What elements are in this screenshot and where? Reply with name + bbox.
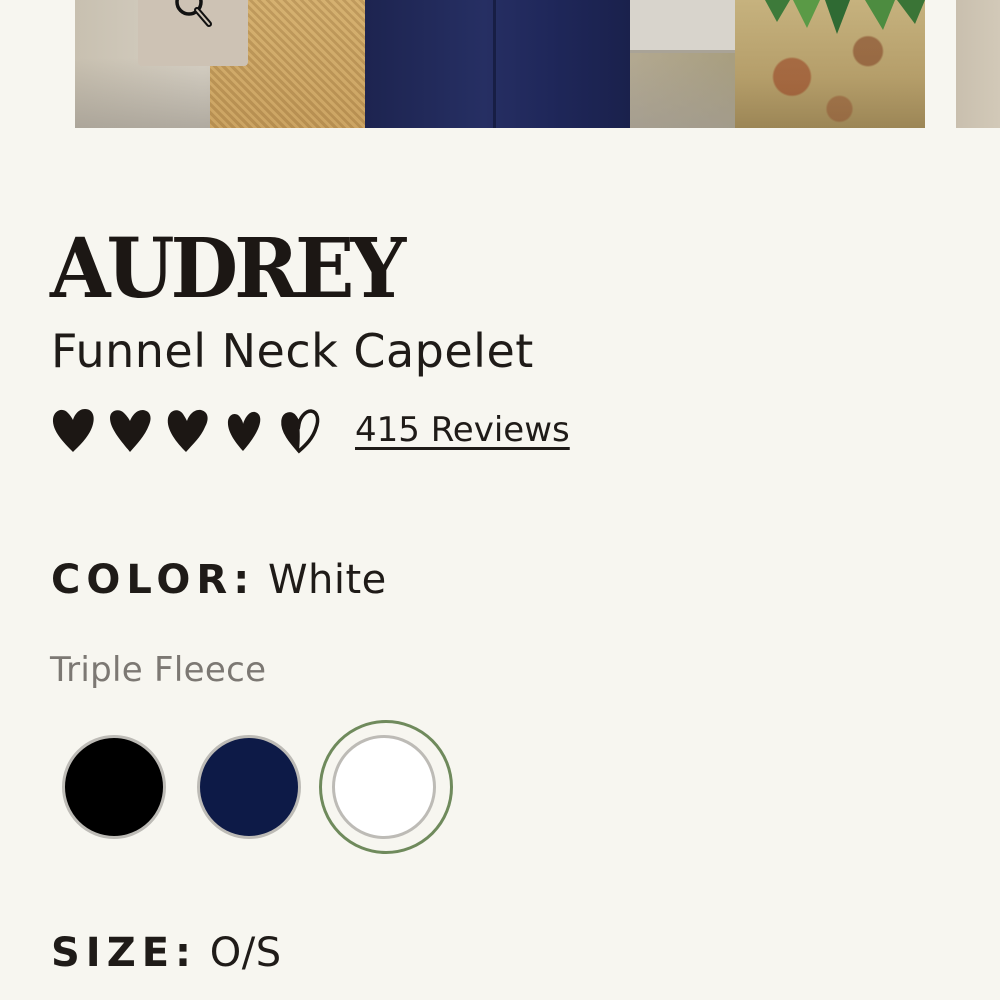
heart-icon: [227, 411, 261, 451]
zoom-button[interactable]: [138, 0, 248, 66]
swatch-black[interactable]: [62, 735, 166, 839]
swatch-white[interactable]: [332, 735, 436, 839]
heart-icon: [110, 410, 151, 452]
plant-leaves-image-detail: [765, 0, 925, 34]
swatch-navy[interactable]: [197, 735, 301, 839]
product-rating: 415 Reviews: [50, 405, 570, 455]
rating-hearts: [50, 405, 335, 455]
heart-icon: [52, 409, 94, 452]
color-selected-value: White: [267, 557, 387, 603]
heart-half-icon: [281, 409, 320, 454]
stone-step-image-detail: [630, 0, 740, 53]
size-label: SIZE:: [51, 930, 198, 976]
product-name: Funnel Neck Capelet: [51, 324, 534, 378]
navy-pants-image-detail: [365, 0, 630, 128]
color-swatch-list: [62, 720, 462, 854]
color-label: COLOR:: [51, 557, 256, 603]
reviews-link[interactable]: 415 Reviews: [355, 410, 570, 450]
magnifier-icon: [175, 0, 212, 27]
color-option-heading: COLOR: White: [51, 560, 387, 600]
size-selected-value: O/S: [209, 930, 282, 976]
fabric-name: Triple Fleece: [50, 650, 267, 690]
next-image-peek[interactable]: [956, 0, 1000, 128]
size-option-heading: SIZE: O/S: [51, 933, 282, 973]
product-brand-title: AUDREY: [50, 220, 406, 318]
heart-icon: [167, 409, 208, 452]
